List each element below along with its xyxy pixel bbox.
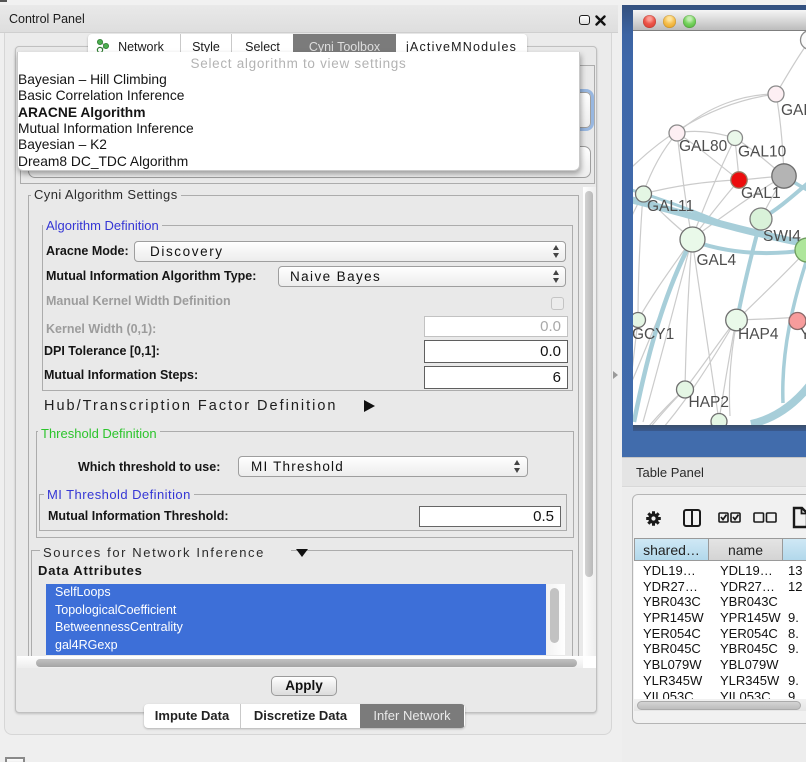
svg-text:GCY1: GCY1	[633, 326, 674, 343]
svg-text:HAP4: HAP4	[738, 326, 779, 343]
svg-text:GAL7: GAL7	[781, 102, 806, 119]
svg-text:SWI4: SWI4	[763, 228, 801, 245]
svg-text:GAL11: GAL11	[647, 198, 694, 215]
svg-text:GAL1: GAL1	[741, 185, 781, 202]
svg-text:GAL80: GAL80	[679, 138, 728, 155]
svg-text:Y: Y	[800, 326, 806, 343]
svg-text:GAL10: GAL10	[738, 144, 787, 161]
svg-text:HAP2: HAP2	[689, 394, 730, 411]
svg-text:GAL4: GAL4	[697, 252, 737, 269]
